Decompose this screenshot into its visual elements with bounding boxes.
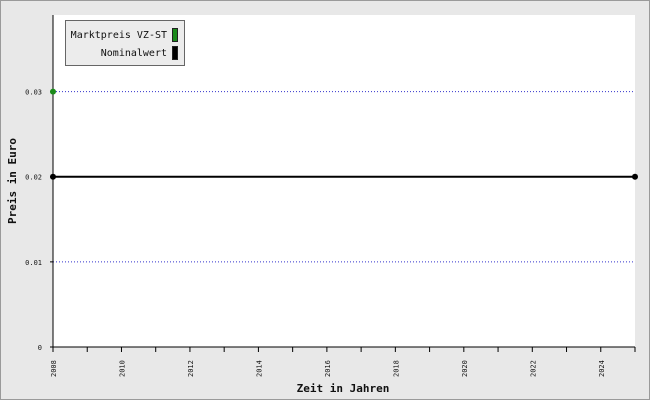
x-tick-label: 2010 [118,360,126,377]
legend-item-nominalwert: Nominalwert [101,45,178,61]
data-point [50,173,56,180]
x-tick-label: 2012 [187,360,195,377]
x-axis-label: Zeit in Jahren [297,382,390,395]
x-tick-label: 2022 [529,360,537,377]
x-tick-label: 2014 [255,360,263,377]
legend-swatch-nominalwert [172,46,178,60]
legend-label-marktpreis: Marktpreis VZ-ST [70,29,167,41]
x-tick-label: 2024 [598,360,606,377]
data-point [632,173,638,180]
legend-item-marktpreis: Marktpreis VZ-ST [71,27,178,43]
x-tick-label: 2008 [50,360,58,377]
y-tick-label: 0.02 [25,174,42,182]
x-tick-label: 2020 [461,360,469,377]
legend: Marktpreis VZ-ST Nominalwert [65,20,185,66]
y-tick-label: 0 [38,344,42,352]
y-tick-label: 0.01 [25,259,42,267]
y-axis-label: Preis in Euro [6,138,19,224]
x-tick-label: 2016 [324,360,332,377]
y-tick-label: 0.03 [25,89,42,97]
legend-swatch-marktpreis [172,28,178,42]
data-point [50,88,56,95]
x-tick-label: 2018 [392,360,400,377]
legend-label-nominalwert: Nominalwert [100,47,167,59]
